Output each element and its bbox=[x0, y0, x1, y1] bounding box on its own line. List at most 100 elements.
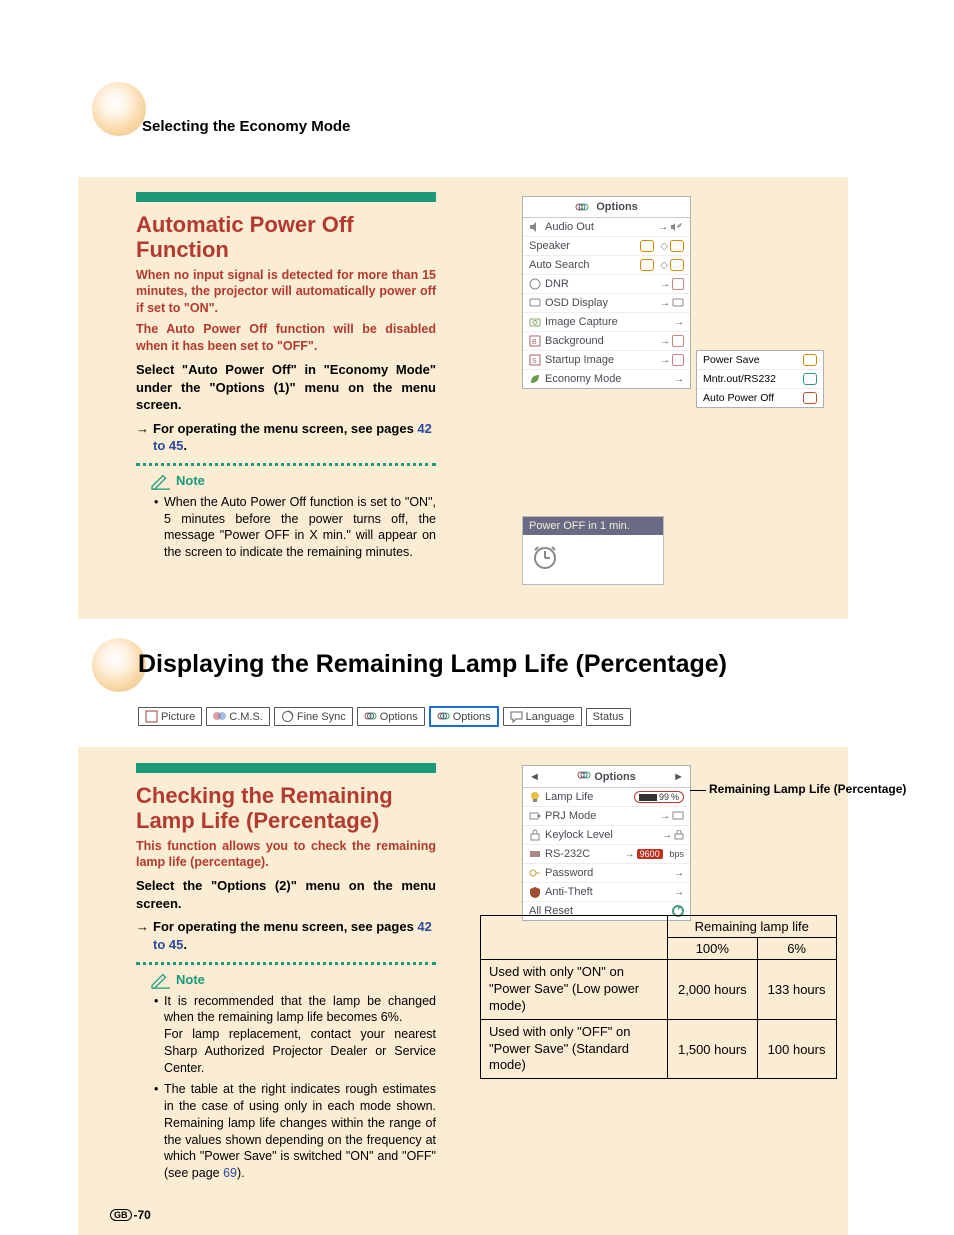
timer-icon bbox=[531, 543, 559, 571]
table-col-100: 100% bbox=[668, 938, 758, 960]
economy-submenu: Power Save Mntr.out/RS232 Auto Power Off bbox=[696, 350, 824, 408]
reference-line: → For operating the menu screen, see pag… bbox=[136, 918, 436, 953]
osd-row-speaker: Speaker ◇ bbox=[523, 237, 690, 256]
osd-row-keylock: Keylock Level→ bbox=[523, 826, 690, 845]
toggle-icon bbox=[640, 240, 654, 252]
page-link[interactable]: 69 bbox=[223, 1166, 237, 1180]
lamp-life-indicator: 99% bbox=[634, 791, 684, 803]
tab-cms[interactable]: C.M.S. bbox=[206, 707, 270, 726]
osd-options2-menu: ◄ Options ► Lamp Life 99% PRJ Mode→ Keyl… bbox=[522, 765, 691, 921]
tab-fine-sync[interactable]: Fine Sync bbox=[274, 707, 353, 726]
toggle-icon bbox=[803, 392, 817, 404]
tab-picture[interactable]: Picture bbox=[138, 707, 202, 726]
table-cell: 133 hours bbox=[757, 960, 836, 1020]
table-blank-header bbox=[481, 916, 668, 960]
projector-icon bbox=[529, 810, 541, 822]
tab-options-1[interactable]: Options bbox=[357, 707, 425, 726]
speaker-waves-icon bbox=[670, 222, 684, 232]
note-list: It is recommended that the lamp be chang… bbox=[154, 993, 436, 1183]
dotted-divider bbox=[136, 962, 436, 965]
table-cell: 1,500 hours bbox=[668, 1019, 758, 1079]
divider-bar bbox=[136, 763, 436, 773]
osd-row-image-capture: Image Capture→ bbox=[523, 313, 690, 332]
toggle-icon bbox=[640, 259, 654, 271]
intro-text-2: The Auto Power Off function will be disa… bbox=[136, 321, 436, 355]
osd-row-osd-display: OSD Display→ bbox=[523, 294, 690, 313]
svg-text:S: S bbox=[532, 358, 537, 365]
pencil-icon bbox=[150, 472, 172, 490]
options-icon bbox=[364, 710, 377, 723]
page-number-value: -70 bbox=[134, 1208, 151, 1222]
osd-row-lamp-life: Lamp Life 99% bbox=[523, 788, 690, 807]
osd-title: Options bbox=[523, 197, 690, 218]
tab-options-2[interactable]: Options bbox=[429, 706, 499, 727]
tab-status[interactable]: Status bbox=[586, 708, 631, 726]
table-row: Used with only "OFF" on "Power Save" (St… bbox=[481, 1019, 837, 1079]
lock-icon bbox=[674, 830, 684, 840]
page-number: GB -70 bbox=[110, 1208, 151, 1222]
table-desc: Used with only "ON" on "Power Save" (Low… bbox=[481, 960, 668, 1020]
square-icon bbox=[672, 335, 684, 347]
submenu-power-save: Power Save bbox=[697, 351, 823, 370]
intro-text-1: When no input signal is detected for mor… bbox=[136, 267, 436, 318]
arrow-icon: → bbox=[136, 420, 149, 455]
reference-text: For operating the menu screen, see pages… bbox=[153, 420, 436, 455]
heading-auto-power-off: Automatic Power Off Function bbox=[136, 212, 436, 263]
menu-tabbar: Picture C.M.S. Fine Sync Options Options… bbox=[138, 706, 631, 727]
tab-language[interactable]: Language bbox=[503, 707, 582, 726]
section-lamp-life: Checking the Remaining Lamp Life (Percen… bbox=[136, 763, 436, 1186]
toggle-icon bbox=[670, 240, 684, 252]
cms-icon bbox=[213, 710, 226, 723]
note-item-1: It is recommended that the lamp be chang… bbox=[154, 993, 436, 1077]
osd-row-startup-image: SStartup Image→ bbox=[523, 351, 690, 370]
speech-icon bbox=[510, 710, 523, 723]
key-icon bbox=[529, 867, 541, 879]
osd-row-anti-theft: Anti-Theft→ bbox=[523, 883, 690, 902]
instruction-text: Select the "Options (2)" menu on the men… bbox=[136, 877, 436, 912]
lamp-life-table: Remaining lamp life 100% 6% Used with on… bbox=[480, 915, 837, 1079]
osd-row-rs232c: RS-232C→9600 bps bbox=[523, 845, 690, 864]
dnr-icon bbox=[529, 278, 541, 290]
osd-row-audio-out: Audio Out→ bbox=[523, 218, 690, 237]
toggle-icon bbox=[670, 259, 684, 271]
sync-icon bbox=[281, 710, 294, 723]
note-label: Note bbox=[176, 972, 205, 987]
table-cell: 2,000 hours bbox=[668, 960, 758, 1020]
note-heading: Note bbox=[150, 971, 436, 989]
submenu-auto-power-off: Auto Power Off bbox=[697, 389, 823, 407]
dotted-divider bbox=[136, 463, 436, 466]
options-icon bbox=[437, 710, 450, 723]
callout-label: Remaining Lamp Life (Percentage) bbox=[709, 782, 906, 798]
bulb-icon bbox=[529, 791, 541, 803]
note-list: When the Auto Power Off function is set … bbox=[154, 494, 436, 562]
manual-page: Selecting the Economy Mode Automatic Pow… bbox=[0, 0, 954, 1235]
heading-lamp-life: Checking the Remaining Lamp Life (Percen… bbox=[136, 783, 436, 834]
osd-row-auto-search: Auto Search ◇ bbox=[523, 256, 690, 275]
table-desc: Used with only "OFF" on "Power Save" (St… bbox=[481, 1019, 668, 1079]
instruction-text: Select "Auto Power Off" in "Economy Mode… bbox=[136, 361, 436, 414]
screen-icon bbox=[672, 811, 684, 821]
table-row: Used with only "ON" on "Power Save" (Low… bbox=[481, 960, 837, 1020]
intro-text: This function allows you to check the re… bbox=[136, 838, 436, 872]
osd-row-dnr: DNR→ bbox=[523, 275, 690, 294]
reference-line: → For operating the menu screen, see pag… bbox=[136, 420, 436, 455]
osd-row-password: Password→ bbox=[523, 864, 690, 883]
background-icon: B bbox=[529, 335, 541, 347]
square-icon bbox=[672, 278, 684, 290]
startup-icon: S bbox=[529, 354, 541, 366]
submenu-monitor-out: Mntr.out/RS232 bbox=[697, 370, 823, 389]
region-badge: GB bbox=[110, 1209, 132, 1221]
main-heading: Displaying the Remaining Lamp Life (Perc… bbox=[138, 650, 727, 679]
osd-title: ◄ Options ► bbox=[523, 766, 690, 788]
osd-row-background: BBackground→ bbox=[523, 332, 690, 351]
note-item-2: The table at the right indicates rough e… bbox=[154, 1081, 436, 1182]
page-section-title: Selecting the Economy Mode bbox=[142, 118, 350, 135]
bps-value: 9600 bbox=[637, 849, 663, 859]
reference-text: For operating the menu screen, see pages… bbox=[153, 918, 436, 953]
power-off-message-text: Power OFF in 1 min. bbox=[523, 517, 663, 535]
options-icon bbox=[577, 770, 591, 780]
table-cell: 100 hours bbox=[757, 1019, 836, 1079]
decorative-dot bbox=[92, 82, 146, 136]
section-auto-power-off: Automatic Power Off Function When no inp… bbox=[136, 192, 436, 565]
toggle-icon bbox=[803, 373, 817, 385]
